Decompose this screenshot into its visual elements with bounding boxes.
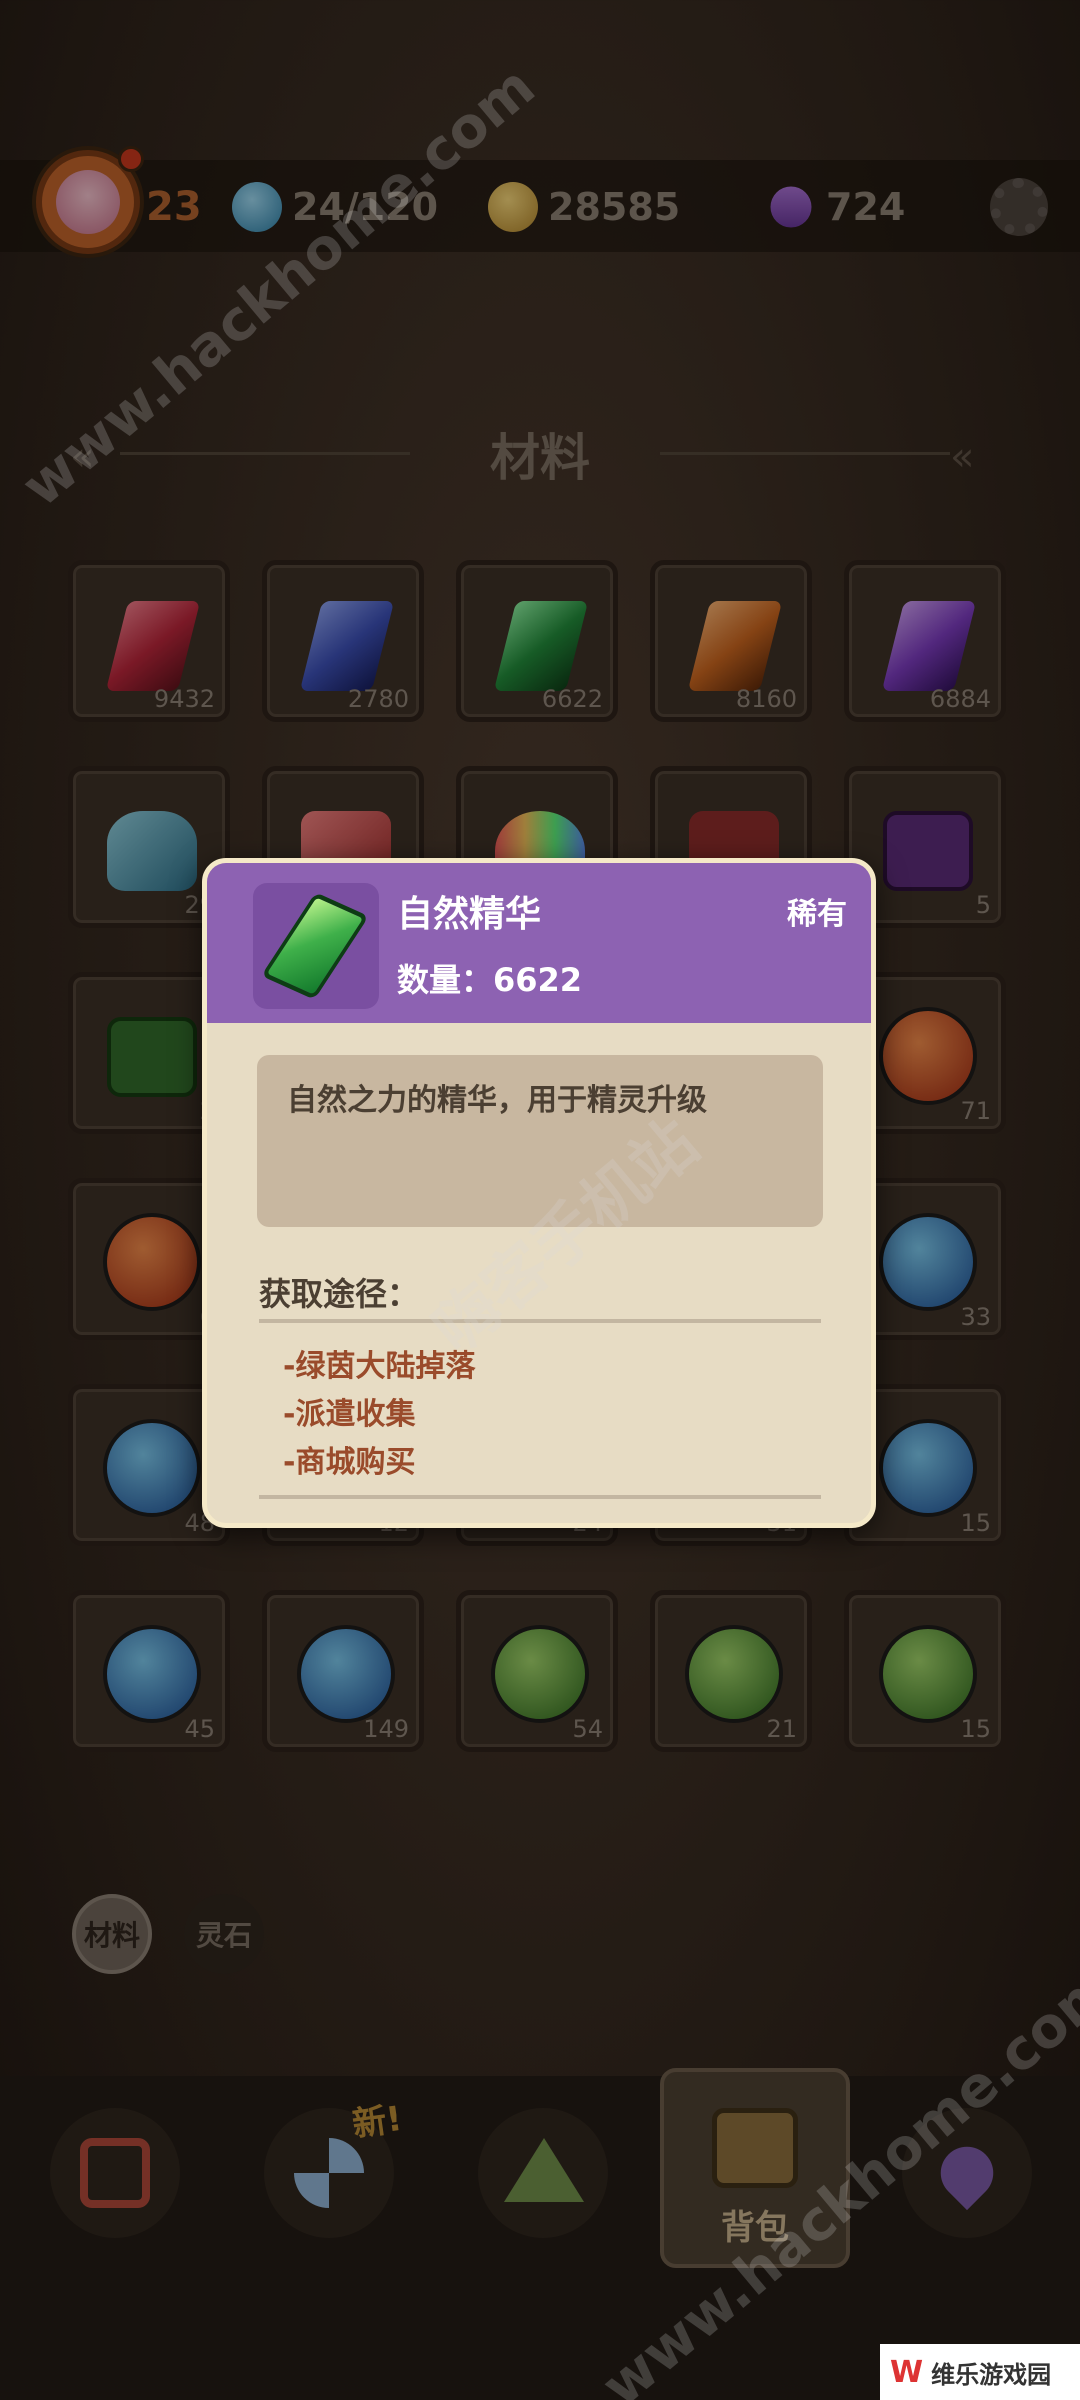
item-icon-frame	[253, 883, 379, 1009]
green-crystal-icon	[261, 892, 369, 1000]
logo-mark: W	[890, 2354, 924, 2390]
item-name: 自然精华	[397, 894, 542, 935]
item-rarity: 稀有	[787, 897, 847, 932]
source-item: -商城购买	[283, 1445, 416, 1480]
source-item: -派遣收集	[283, 1397, 416, 1432]
logo-text: 维乐游戏园	[931, 2360, 1052, 2389]
sources-divider-bottom	[259, 1495, 821, 1499]
sources-title: 获取途径：	[259, 1275, 420, 1313]
sources-divider-top	[259, 1319, 821, 1323]
dialog-header: 自然精华 稀有 数量：6622	[207, 863, 871, 1023]
source-item: -绿茵大陆掉落	[283, 1349, 476, 1384]
corner-logo: W 维乐游戏园	[880, 2344, 1080, 2400]
item-quantity: 数量：6622	[397, 961, 583, 999]
